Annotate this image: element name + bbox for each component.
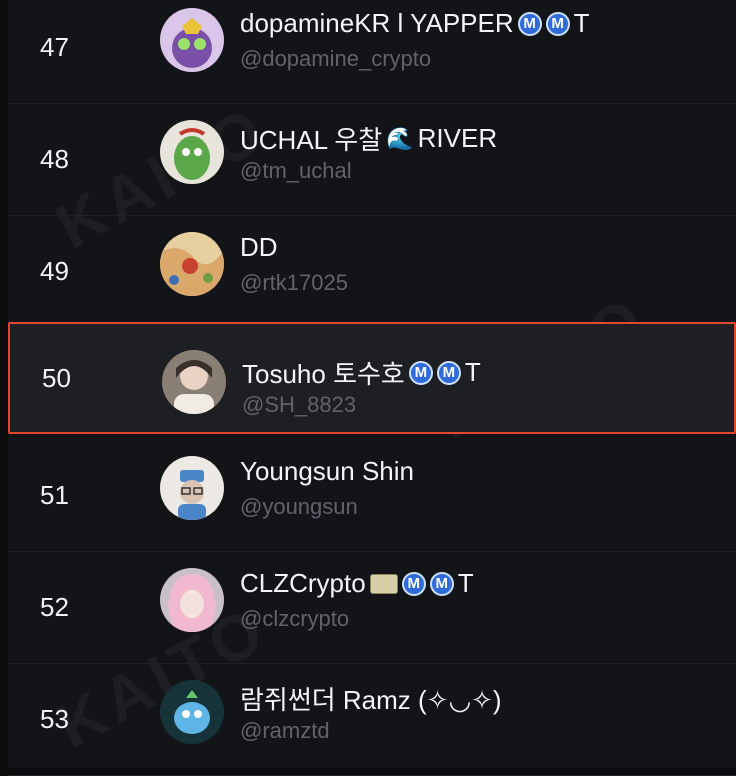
list-item[interactable]: 47 dopamineKR l YAPPER M M T @dopamine_c…	[8, 0, 736, 104]
rank-number: 47	[40, 32, 69, 62]
highlighted-list-item[interactable]: 50 Tosuho 토수호 M M T @SH_8823	[8, 322, 736, 434]
user-handle: @rtk17025	[240, 270, 348, 295]
user-handle: @clzcrypto	[240, 606, 350, 631]
display-name[interactable]: Tosuho 토수호 M M T	[242, 354, 481, 391]
user-handle: @ramztd	[240, 718, 330, 743]
display-name-text: dopamineKR l YAPPER	[240, 8, 514, 38]
avatar[interactable]	[160, 680, 224, 744]
display-name[interactable]: UCHAL 우찰 🌊 RIVER	[240, 120, 497, 157]
badge-suffix: T	[457, 568, 474, 598]
m-badge-icon: M	[429, 571, 454, 596]
rank-number: 52	[40, 592, 69, 622]
display-name-text: DD	[240, 232, 278, 262]
user-handle: @SH_8823	[242, 392, 357, 417]
list-item[interactable]: 48 UCHAL 우찰 🌊 RIVER @tm_uchal	[8, 104, 736, 216]
m-badge-icon: M	[436, 360, 461, 385]
display-name-suffix: RIVER	[417, 123, 498, 153]
avatar[interactable]	[160, 8, 224, 72]
rank-number: 49	[40, 256, 69, 286]
avatar[interactable]	[160, 232, 224, 296]
list-item[interactable]: 53 람쥐썬더 Ramz (✧◡✧) @ramztd	[8, 664, 736, 776]
display-name[interactable]: Youngsun Shin	[240, 456, 414, 487]
list-item[interactable]: 49 DD @rtk17025	[8, 216, 736, 328]
display-name-text: CLZCrypto	[240, 568, 366, 598]
rank-number: 51	[40, 480, 69, 510]
user-handle: @tm_uchal	[240, 158, 352, 183]
avatar[interactable]	[160, 456, 224, 520]
leaderboard-list: KAITO KAITO KAITO 47 dopamineKR l YAPPER…	[8, 0, 736, 776]
display-name-text: Tosuho 토수호	[242, 359, 405, 389]
display-name[interactable]: dopamineKR l YAPPER M M T	[240, 8, 590, 39]
rank-number: 50	[42, 362, 71, 393]
display-name[interactable]: DD	[240, 232, 278, 263]
user-handle: @youngsun	[240, 494, 358, 519]
user-handle: @dopamine_crypto	[240, 46, 432, 71]
m-badge-icon: M	[401, 571, 426, 596]
avatar[interactable]	[162, 350, 226, 414]
display-name[interactable]: CLZCrypto M M T	[240, 568, 474, 599]
badge-suffix: T	[464, 357, 481, 387]
display-name-text: 람쥐썬더 Ramz (✧◡✧)	[240, 685, 502, 715]
display-name[interactable]: 람쥐썬더 Ramz (✧◡✧)	[240, 680, 502, 717]
avatar[interactable]	[160, 120, 224, 184]
money-emoji-icon	[369, 573, 398, 594]
avatar[interactable]	[160, 568, 224, 632]
m-badge-icon: M	[545, 11, 570, 36]
list-item[interactable]: 52 CLZCrypto M M T @clzcrypto	[8, 552, 736, 664]
display-name-text: Youngsun Shin	[240, 456, 414, 486]
badge-suffix: T	[573, 8, 590, 38]
m-badge-icon: M	[408, 360, 433, 385]
m-badge-icon: M	[517, 11, 542, 36]
rank-number: 48	[40, 144, 69, 174]
wave-emoji-icon: 🌊	[386, 125, 414, 151]
list-item[interactable]: 51 Youngsun Shin @youngsun	[8, 440, 736, 552]
rank-number: 53	[40, 704, 69, 734]
display-name-text: UCHAL 우찰	[240, 125, 383, 155]
